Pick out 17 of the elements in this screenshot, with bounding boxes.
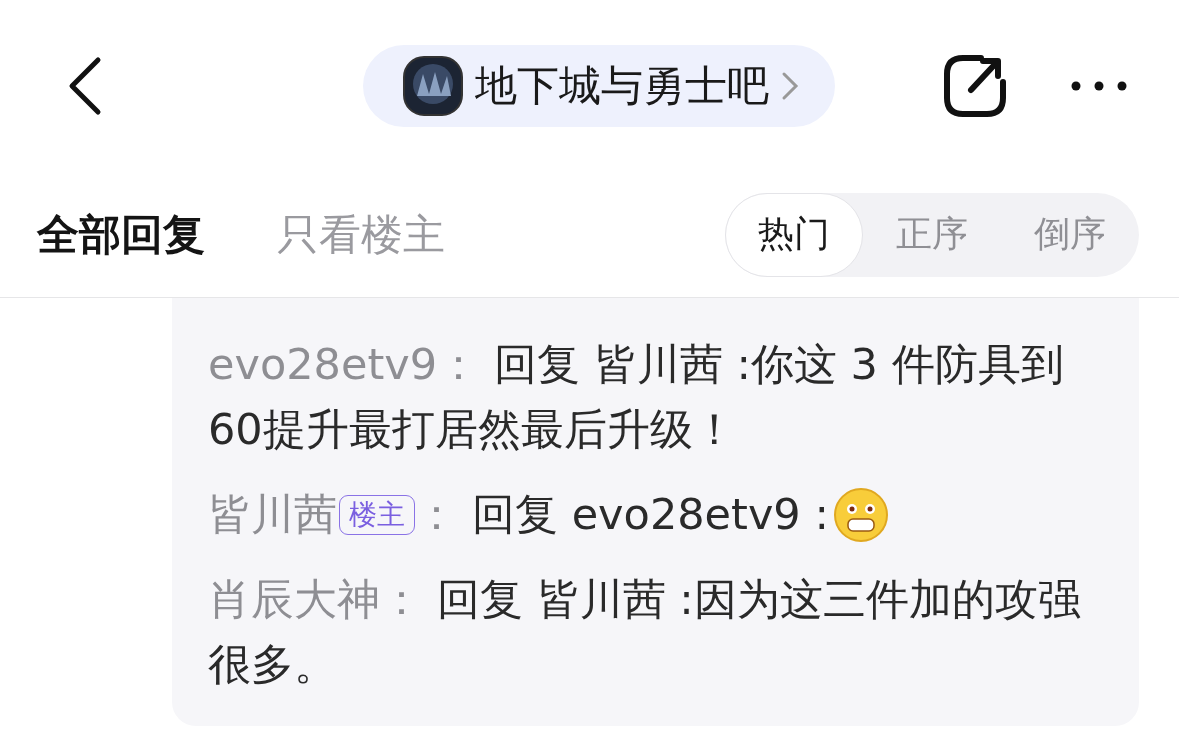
more-icon[interactable] [1071, 81, 1127, 91]
forum-title: 地下城与勇士吧 [474, 60, 769, 112]
forum-logo-icon [402, 56, 463, 116]
reply-author[interactable]: 皆川茜 [208, 482, 337, 547]
tab[interactable]: 只看楼主 [277, 206, 445, 263]
chevron-right-icon [780, 71, 799, 101]
forum-title-button[interactable]: 地下城与勇士吧 [362, 45, 835, 127]
sort-option[interactable]: 正序 [863, 192, 1001, 277]
reply-comment: 肖辰大神： 回复 皆川茜 :因为这三件加的攻强很多。 [208, 573, 1082, 691]
owner-badge: 楼主 [339, 494, 415, 535]
tab[interactable]: 全部回复 [37, 206, 205, 263]
sort-option[interactable]: 热门 [725, 192, 863, 277]
reply-comment: evo28etv9： 回复 皆川茜 :你这 3 件防具到60提升最打居然最后升级！ [208, 338, 1065, 456]
reply-text: 回复 evo28etv9 : [472, 488, 829, 541]
separator: ： [415, 488, 458, 541]
share-icon[interactable] [941, 52, 1009, 120]
sort-option[interactable]: 倒序 [1001, 192, 1139, 277]
